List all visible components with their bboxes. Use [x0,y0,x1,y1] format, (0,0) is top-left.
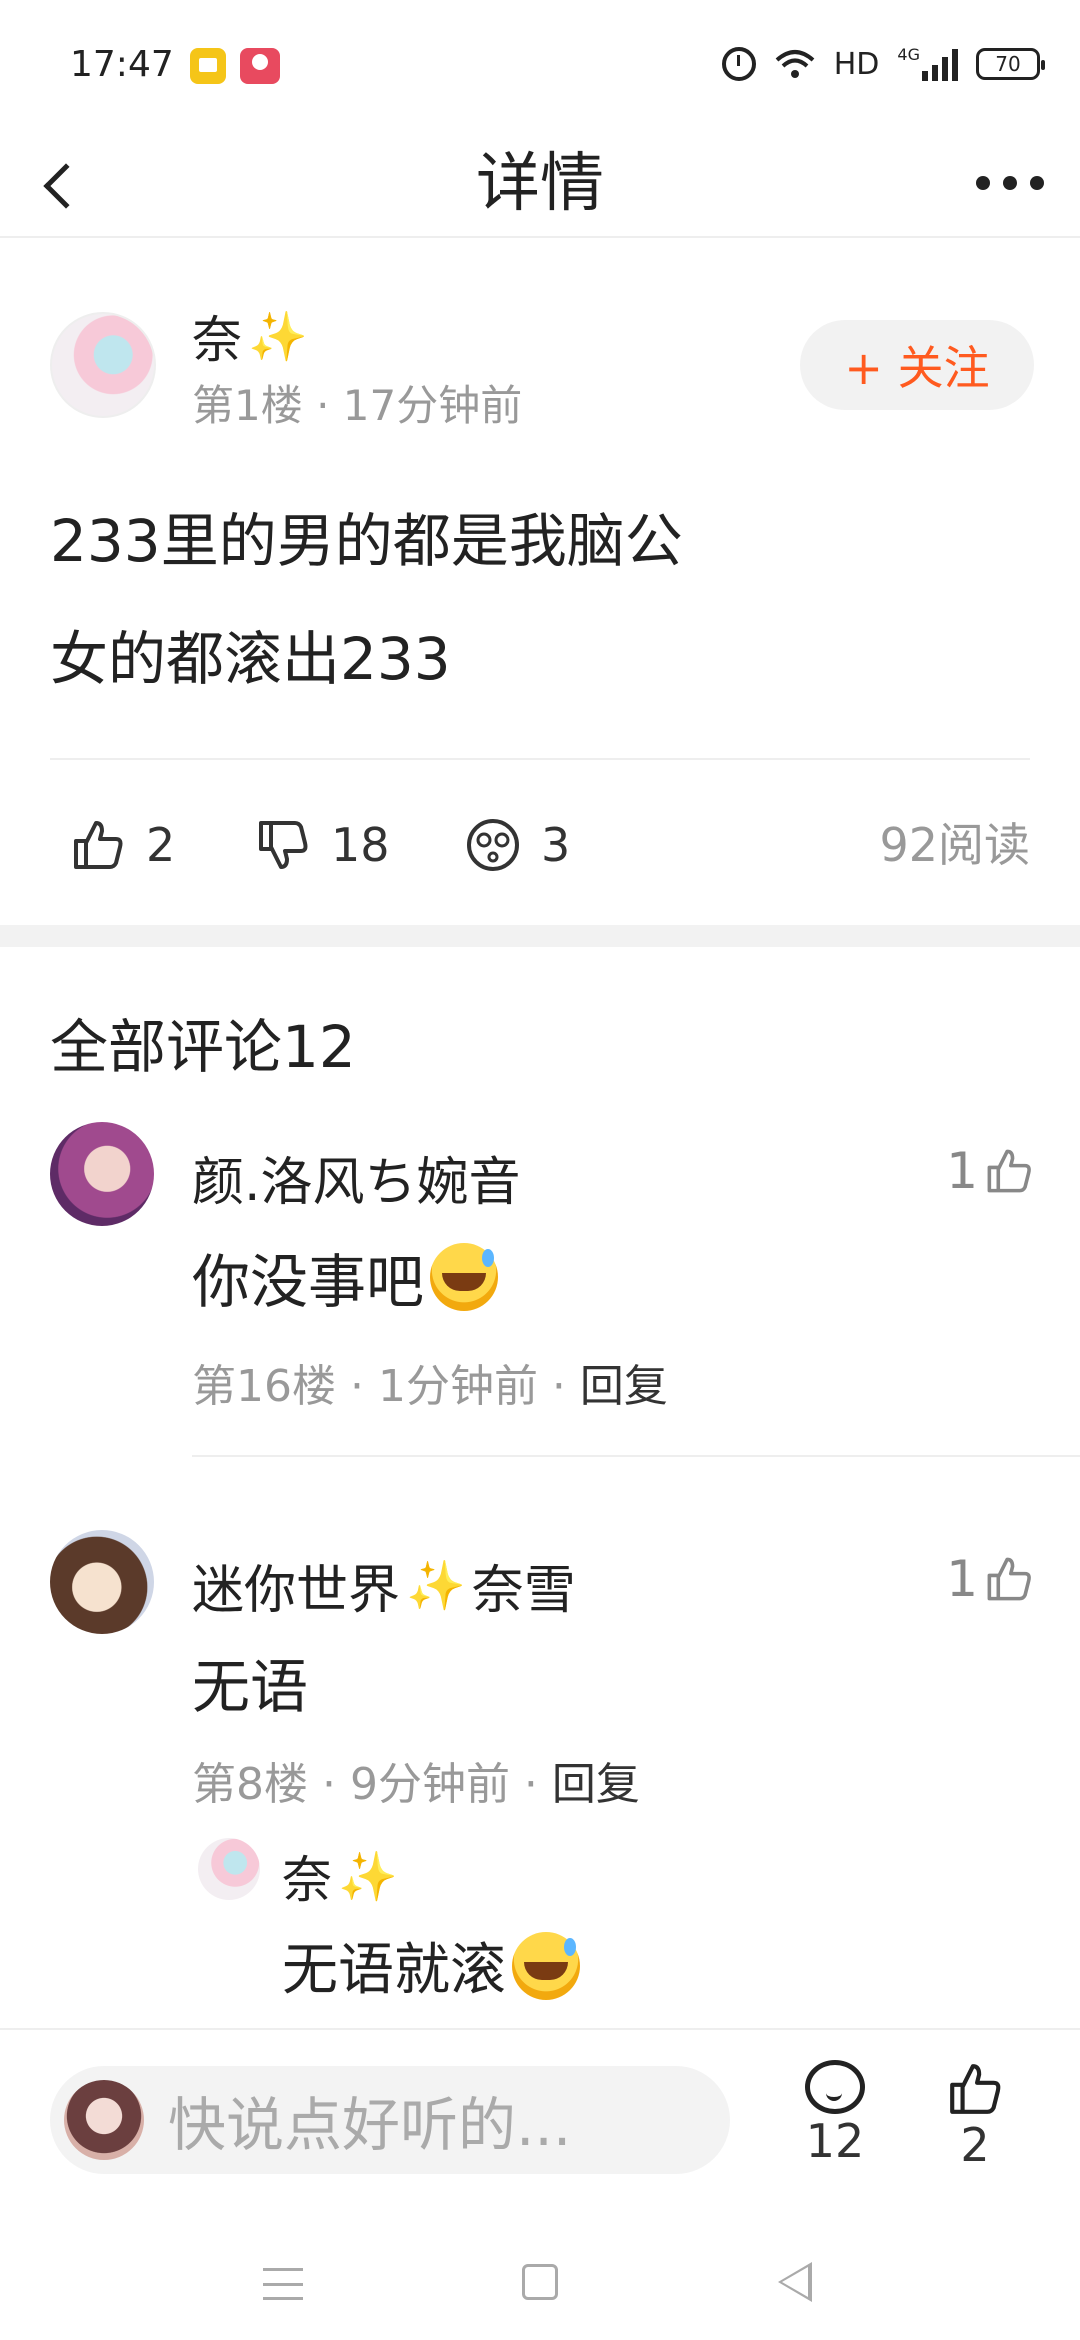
divider [192,1455,1080,1457]
bottom-like-count: 2 [960,2118,990,2172]
commenter-name-suffix: 奈雪 [471,1561,576,1621]
comment-like-count: 1 [946,1550,978,1608]
user-avatar [64,2080,144,2160]
system-nav-bar [0,2218,1080,2340]
comment-like-button[interactable]: 1 [946,1550,1034,1608]
post-content-line: 233里的男的都是我脑公 [50,507,683,575]
system-back-icon[interactable] [778,2262,812,2302]
comments-title: 全部评论12 [50,1013,356,1081]
network-type: 4G [897,45,920,64]
sparkle-icon: ✨ [406,1558,466,1614]
commenter-name-prefix: 迷你世界 [192,1561,401,1621]
comment-count-button[interactable]: 12 [790,2060,880,2168]
thumb-up-icon [950,2064,1001,2114]
like-button[interactable]: 2 [70,800,175,890]
thumb-up-icon [74,821,123,869]
signal-icon [922,47,958,81]
post-reactions: 2 18 3 92阅读 [50,800,1030,890]
app-notification-icon-2 [240,48,280,84]
post-author-label: 奈 [192,311,242,369]
comment-meta: 第16楼 · 1分钟前 · 回复 [192,1350,668,1414]
sub-reply-name[interactable]: 奈 ✨ [282,1840,398,1912]
post-author-avatar[interactable] [50,312,156,418]
sparkle-icon: ✨ [248,308,308,365]
page-title: 详情 [476,147,604,221]
like-count: 2 [146,818,176,872]
dizzy-reaction-button[interactable]: 3 [465,800,570,890]
recent-apps-icon[interactable] [263,2268,303,2300]
read-count: 92阅读 [879,818,1030,872]
comment-input[interactable]: 快说点好听的... [50,2066,730,2174]
reply-button[interactable]: 回复 [580,1361,668,1412]
comment-meta-label: 第8楼 · 9分钟前 · [192,1759,552,1810]
sub-reply-text: 无语就滚 [282,1925,580,2006]
bottom-comment-count: 12 [805,2114,865,2168]
comment-like-count: 1 [946,1142,978,1200]
nav-bar: 详情 [0,130,1080,238]
follow-button[interactable]: + 关注 [800,320,1034,410]
commenter-avatar[interactable] [50,1530,154,1634]
bottom-like-button[interactable]: 2 [930,2060,1020,2172]
comment-text: 无语 [192,1653,309,1721]
comment-icon [805,2060,865,2114]
comment-meta: 第8楼 · 9分钟前 · 回复 [192,1748,640,1812]
dizzy-count: 3 [541,818,571,872]
follow-label: + 关注 [844,341,990,395]
thumb-up-icon [987,1149,1031,1193]
cellular-group: 4G [897,47,958,81]
post-content-line: 女的都滚出233 [50,625,451,693]
commenter-name[interactable]: 颜.洛风ち婉音 [192,1140,521,1215]
thumb-down-icon [259,821,308,869]
comment-input-placeholder: 快说点好听的... [168,2091,572,2159]
sub-reply-avatar[interactable] [198,1838,260,1900]
dislike-count: 18 [331,818,390,872]
bottom-action-bar: 快说点好听的... 12 2 [0,2028,1080,2218]
more-icon[interactable] [976,168,1044,198]
network-label: HD [833,46,880,82]
battery-level: 70 [995,52,1021,76]
comment-like-button[interactable]: 1 [946,1142,1034,1200]
dizzy-face-icon [467,819,519,871]
comment-text-label: 你没事吧 [192,1248,425,1316]
post-author-name[interactable]: 奈 ✨ [192,300,308,372]
alarm-icon [721,47,756,81]
post-meta: 第1楼 · 17分钟前 [192,381,523,430]
dislike-button[interactable]: 18 [255,800,390,890]
home-icon[interactable] [522,2264,558,2300]
emoji-sweat-smile-icon [512,1931,580,2000]
post-content: 233里的男的都是我脑公 女的都滚出233 [50,482,1030,718]
section-separator [0,925,1080,947]
reply-button[interactable]: 回复 [552,1759,640,1810]
commenter-name[interactable]: 迷你世界 ✨ 奈雪 [192,1548,576,1623]
wifi-icon [775,50,815,78]
comment-meta-label: 第16楼 · 1分钟前 · [192,1361,580,1412]
sub-reply-name-label: 奈 [282,1851,332,1909]
thumb-up-icon [987,1557,1031,1601]
divider [50,758,1030,760]
status-time: 17:47 [70,44,174,85]
comment-text: 你没事吧 [192,1235,499,1319]
status-indicators: HD 4G 70 [721,44,1045,84]
app-notification-icon [190,48,226,84]
sub-reply-text-label: 无语就滚 [282,1938,506,2003]
battery-icon: 70 [976,48,1045,80]
emoji-sweat-smile-icon [430,1243,499,1311]
commenter-avatar[interactable] [50,1122,154,1226]
status-bar: 17:47 HD 4G 70 [0,0,1080,130]
sparkle-icon: ✨ [338,1848,398,1905]
